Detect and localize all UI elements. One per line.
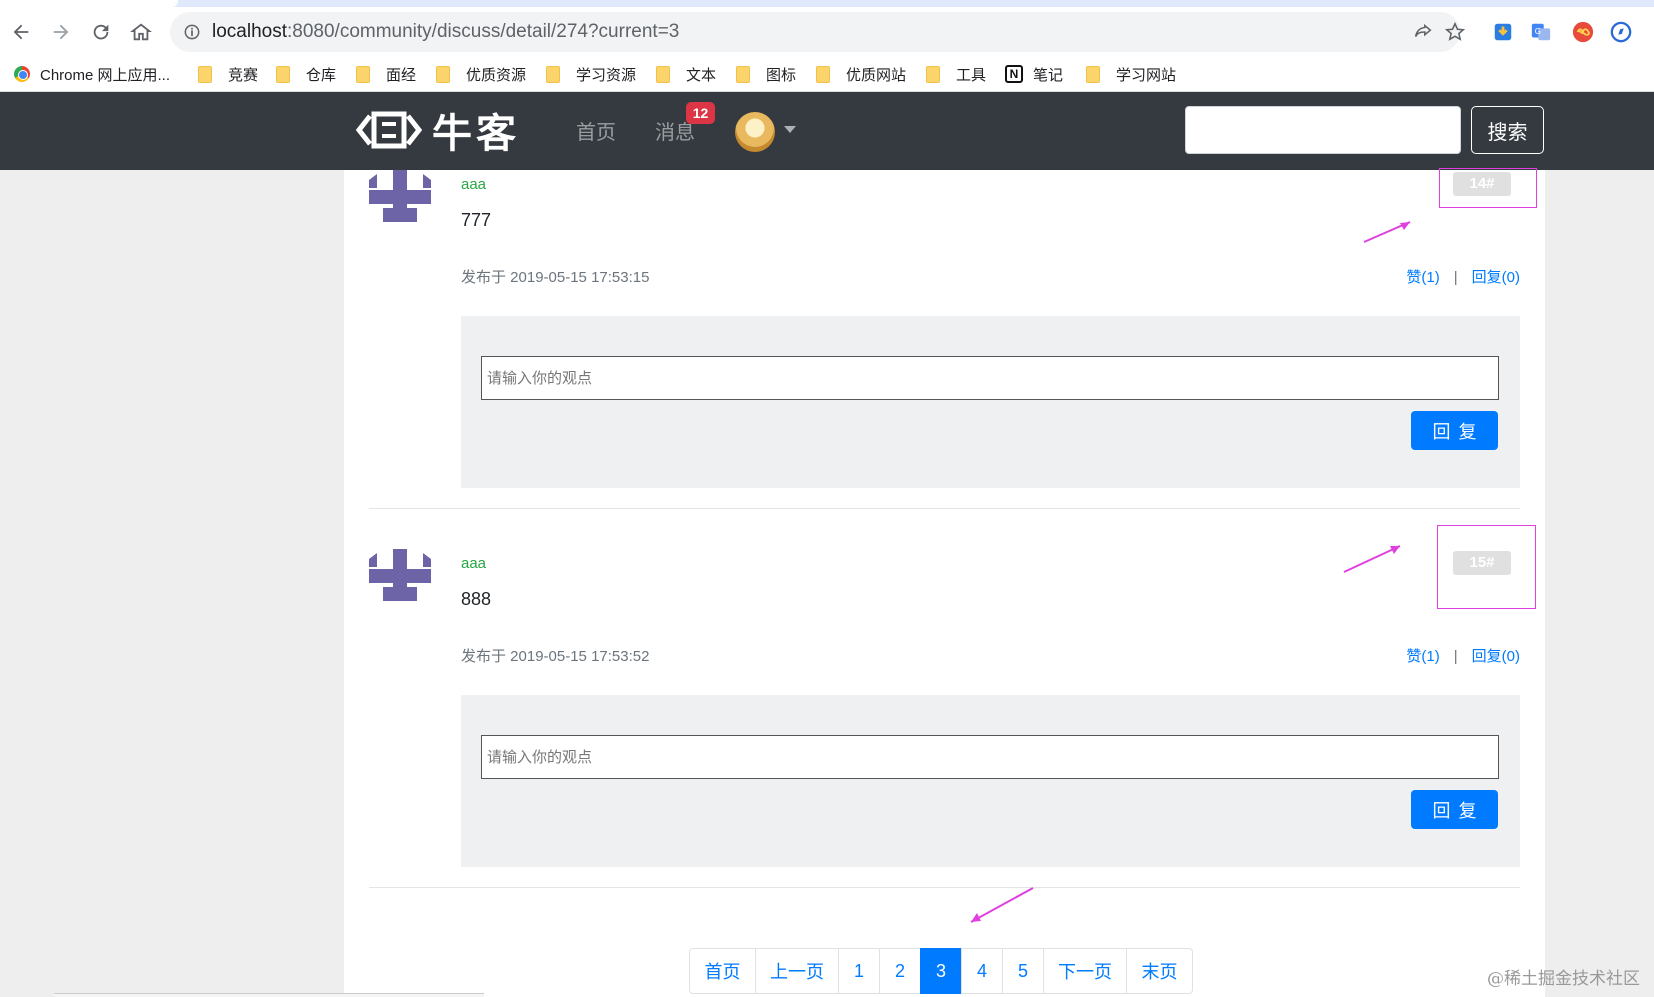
browser-toolbar: localhost:8080/community/discuss/detail/… (0, 7, 1654, 57)
page-number[interactable]: 5 (1002, 948, 1044, 994)
like-link[interactable]: 赞(1) (1406, 269, 1439, 286)
bookmark-folder[interactable]: 仓库 (276, 57, 336, 91)
bookmark-chrome-store[interactable]: Chrome 网上应用... (14, 57, 170, 91)
page-last[interactable]: 末页 (1126, 948, 1193, 994)
page-number[interactable]: 4 (961, 948, 1003, 994)
comment-item: aaa 777 14# 发布于 2019-05-15 17:53:15 赞(1)… (369, 168, 1537, 490)
active-tab[interactable] (0, 0, 178, 7)
bookmark-folder[interactable]: 学习资源 (546, 57, 636, 91)
bookmark-star-icon[interactable] (1444, 21, 1466, 43)
user-avatar[interactable] (735, 112, 775, 152)
comment-divider (369, 887, 1520, 888)
folder-icon (356, 65, 370, 83)
reply-button[interactable]: 回复 (1411, 790, 1498, 829)
notion-icon: N (1005, 65, 1023, 83)
comment-text: 888 (461, 589, 492, 609)
page-prev[interactable]: 上一页 (755, 948, 839, 994)
bookmarks-bar: Chrome 网上应用... 竞赛 仓库 面经 优质资源 学习资源 文本 图标 … (0, 57, 1654, 92)
bookmark-folder[interactable]: 工具 (926, 57, 986, 91)
folder-icon (926, 65, 940, 83)
page-first[interactable]: 首页 (689, 948, 756, 994)
back-icon[interactable] (4, 15, 38, 49)
folder-icon (546, 65, 560, 83)
folder-icon (736, 65, 750, 83)
reply-link[interactable]: 回复(0) (1472, 648, 1520, 665)
folder-icon (816, 65, 830, 83)
page-number[interactable]: 2 (879, 948, 921, 994)
horizontal-scrollbar[interactable] (54, 993, 484, 997)
folder-icon (436, 65, 450, 83)
nav-home-link[interactable]: 首页 (576, 116, 616, 145)
home-icon[interactable] (124, 15, 158, 49)
bookmark-folder[interactable]: 优质网站 (816, 57, 906, 91)
action-separator: | (1453, 269, 1458, 286)
url-text[interactable]: localhost:8080/community/discuss/detail/… (212, 12, 679, 52)
unread-badge: 12 (686, 102, 715, 124)
bookmark-folder[interactable]: 竞赛 (198, 57, 258, 91)
forward-icon[interactable] (44, 15, 78, 49)
comment-username[interactable]: aaa (461, 176, 486, 193)
action-separator: | (1453, 648, 1458, 665)
site-logo[interactable]: 牛客 (356, 104, 520, 156)
main-content: aaa 777 14# 发布于 2019-05-15 17:53:15 赞(1)… (344, 168, 1545, 997)
bookmark-folder[interactable]: 优质资源 (436, 57, 526, 91)
svg-text:G: G (1535, 26, 1541, 36)
comment-time: 发布于 2019-05-15 17:53:52 (461, 648, 650, 665)
comment-divider (369, 508, 1520, 509)
folder-icon (198, 65, 212, 83)
annotation-box (1439, 168, 1537, 208)
default-avatar-icon (369, 170, 431, 222)
infinity-extension-icon[interactable] (1570, 19, 1596, 45)
share-icon[interactable] (1412, 21, 1434, 43)
translate-extension-icon[interactable]: G (1528, 19, 1554, 45)
search-input[interactable] (1185, 106, 1461, 154)
folder-icon (656, 65, 670, 83)
reply-button[interactable]: 回复 (1411, 411, 1498, 450)
pagination: 首页 上一页 1 2 3 4 5 下一页 末页 (689, 948, 1193, 994)
comment-time: 发布于 2019-05-15 17:53:15 (461, 269, 650, 286)
tab-strip (0, 0, 1654, 7)
logo-mark-icon (356, 111, 422, 149)
reply-input[interactable] (481, 356, 1499, 400)
page-number[interactable]: 1 (838, 948, 880, 994)
search-button[interactable]: 搜索 (1471, 106, 1544, 154)
bookmark-folder[interactable]: 图标 (736, 57, 796, 91)
reply-input[interactable] (481, 735, 1499, 779)
caret-down-icon[interactable] (784, 126, 796, 133)
site-navbar: 牛客 首页 消息 12 搜索 (0, 92, 1654, 170)
reload-icon[interactable] (84, 15, 118, 49)
comment-actions: 赞(1) | 回复(0) (1406, 266, 1520, 287)
site-info-icon[interactable] (182, 22, 202, 42)
comment-text: 777 (461, 210, 492, 230)
default-avatar-icon (369, 549, 431, 601)
comment-item: aaa 888 15# 发布于 2019-05-15 17:53:52 赞(1)… (369, 525, 1536, 869)
page-number-active[interactable]: 3 (920, 948, 962, 994)
comment-username[interactable]: aaa (461, 555, 486, 572)
reply-panel: 回复 (461, 316, 1520, 488)
bookmark-folder[interactable]: 学习网站 (1086, 57, 1176, 91)
reply-link[interactable]: 回复(0) (1472, 269, 1520, 286)
watermark: @稀土掘金技术社区 (1487, 969, 1640, 989)
bookmark-notion[interactable]: N 笔记 (1005, 57, 1063, 91)
compass-extension-icon[interactable] (1608, 19, 1634, 45)
bookmark-folder[interactable]: 文本 (656, 57, 716, 91)
chrome-logo-icon (14, 66, 30, 82)
folder-icon (1086, 65, 1100, 83)
page-next[interactable]: 下一页 (1043, 948, 1127, 994)
like-link[interactable]: 赞(1) (1406, 648, 1439, 665)
address-bar[interactable]: localhost:8080/community/discuss/detail/… (170, 12, 1466, 52)
annotation-box (1437, 525, 1536, 609)
bookmark-folder[interactable]: 面经 (356, 57, 416, 91)
folder-icon (276, 65, 290, 83)
reply-panel: 回复 (461, 695, 1520, 867)
comment-actions: 赞(1) | 回复(0) (1406, 645, 1520, 666)
download-extension-icon[interactable] (1490, 19, 1516, 45)
